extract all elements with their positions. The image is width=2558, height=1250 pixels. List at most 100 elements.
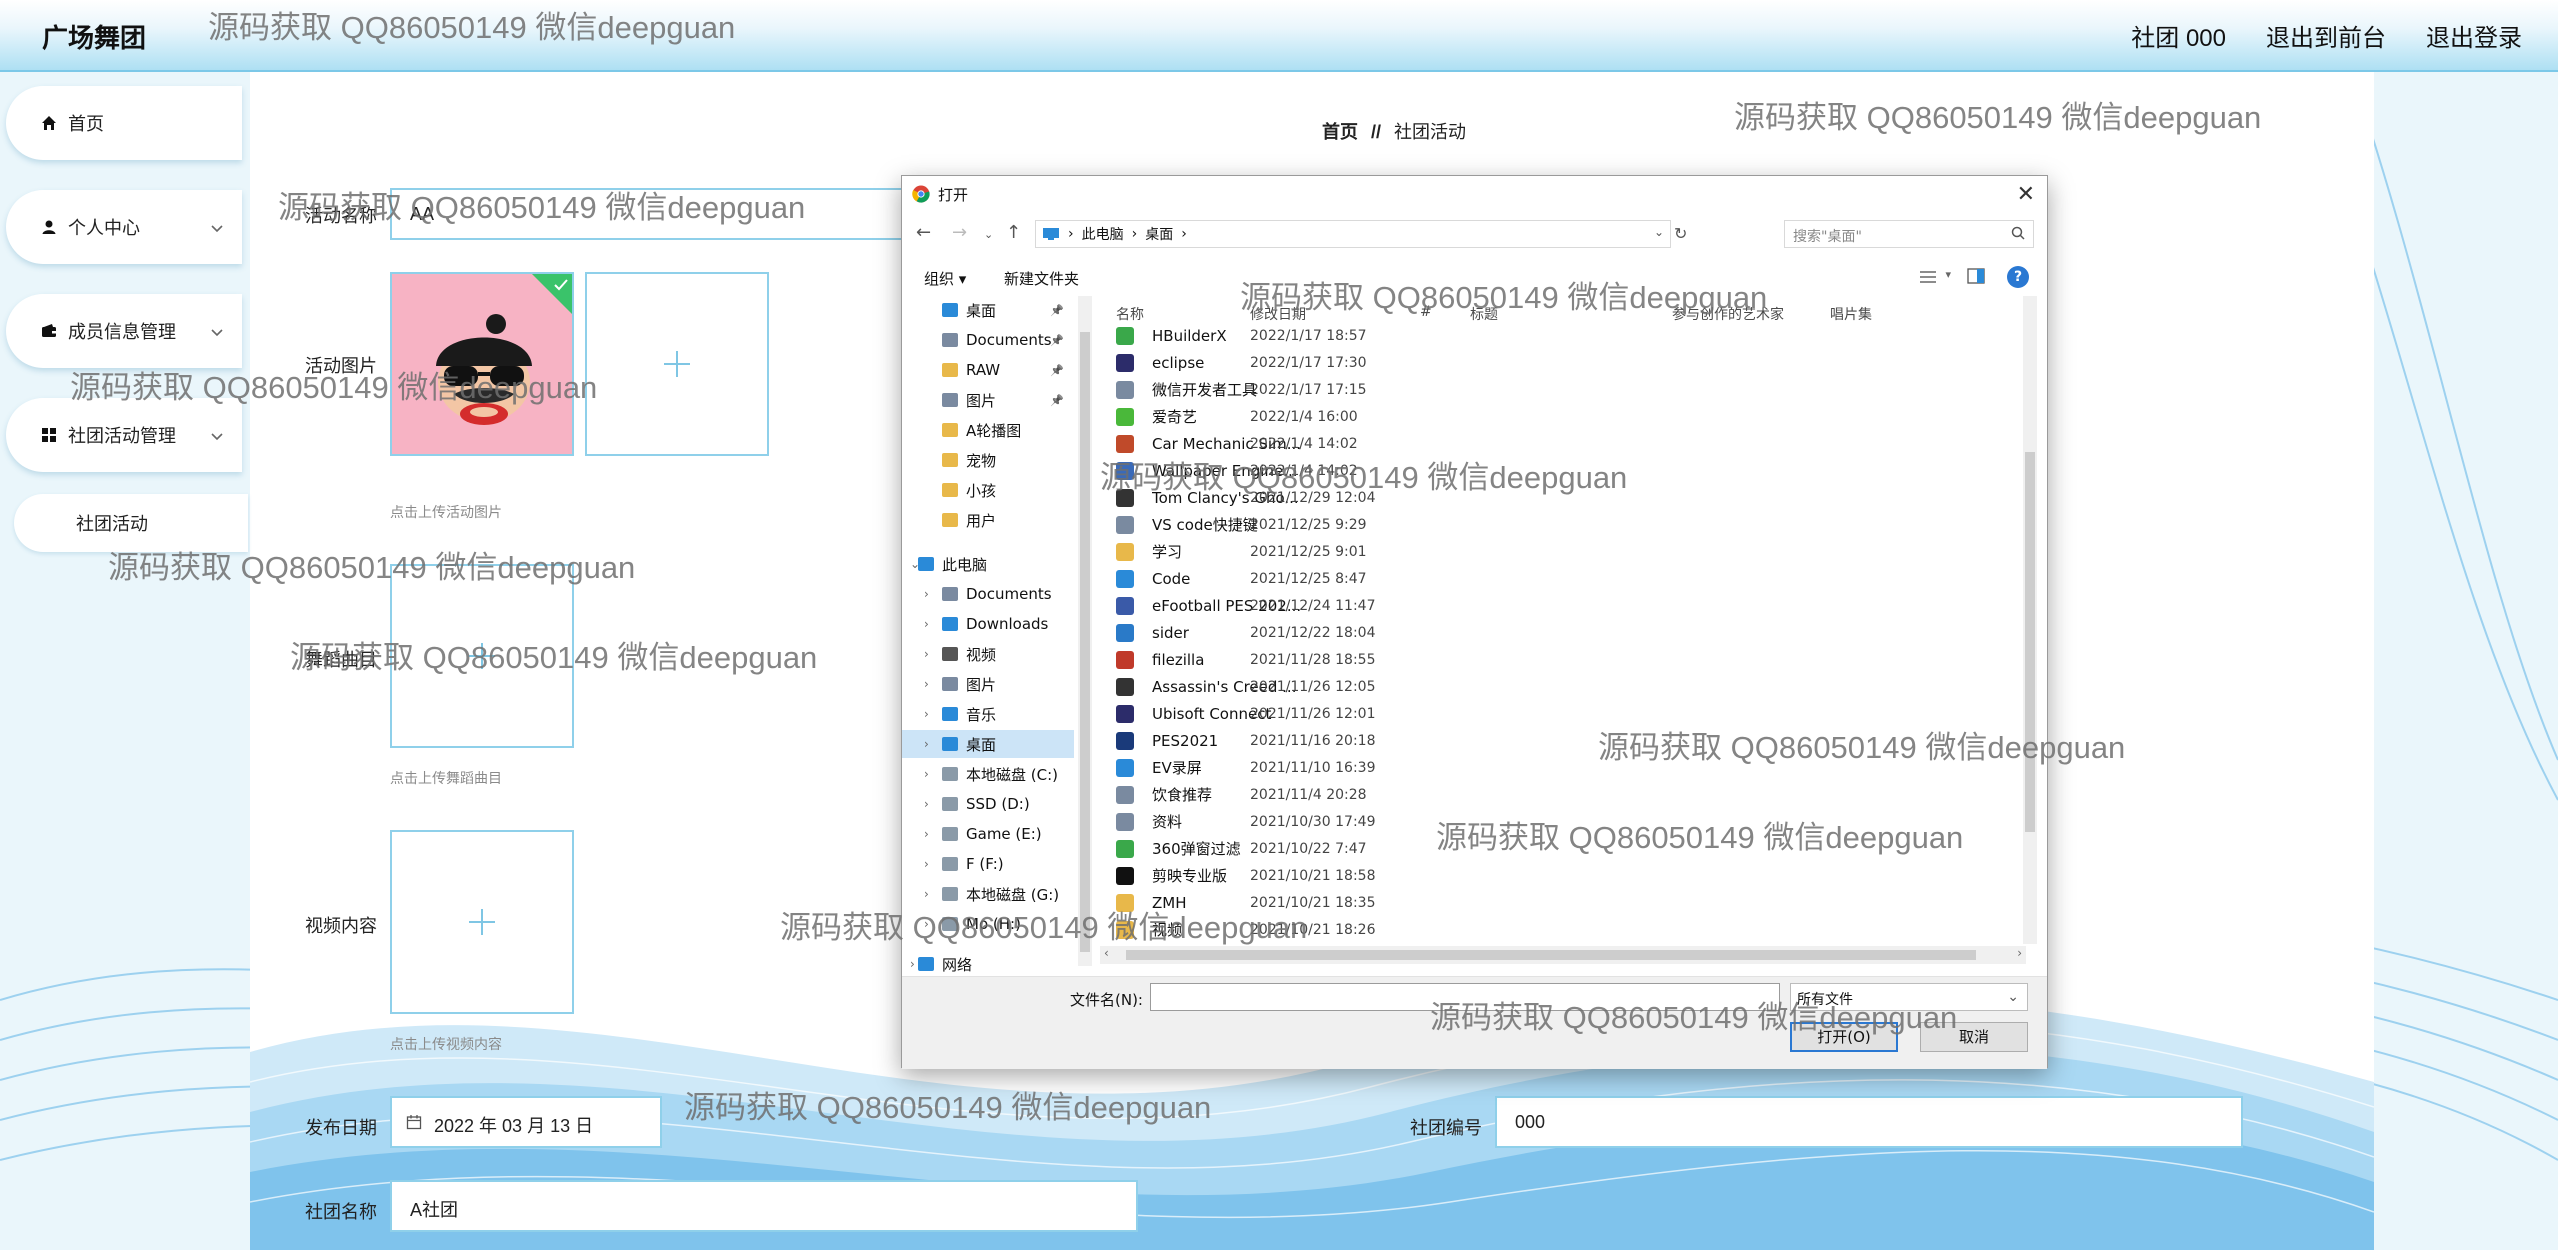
cancel-button[interactable]: 取消 xyxy=(1920,1022,2028,1052)
sidebar-subitem-club-activity[interactable]: 社团活动 xyxy=(14,494,248,552)
sidebar-item-activity-management[interactable]: 社团活动管理 xyxy=(6,398,242,472)
file-row[interactable]: 360弹窗过滤 2021/10/22 7:47 xyxy=(1100,835,2020,862)
tree-item[interactable]: › Game (E:) xyxy=(902,820,1074,848)
tree-item[interactable]: › Mo (H:) xyxy=(902,910,1074,938)
chevron-down-icon[interactable]: ⌄ xyxy=(1654,225,1664,239)
file-row[interactable]: 学习 2021/12/25 9:01 xyxy=(1100,538,2020,565)
address-segment-pc[interactable]: 此电脑 xyxy=(1082,224,1124,244)
tree-item[interactable]: › Documents xyxy=(902,580,1074,608)
chevron-right-icon[interactable]: › xyxy=(924,887,929,901)
tree-item[interactable]: › F (F:) xyxy=(902,850,1074,878)
chevron-right-icon[interactable]: › xyxy=(924,827,929,841)
new-folder-button[interactable]: 新建文件夹 xyxy=(1004,268,1079,289)
activity-image-upload-button[interactable] xyxy=(585,272,769,456)
tree-item[interactable]: › 视频 xyxy=(902,640,1074,668)
scroll-left-icon[interactable]: ‹ xyxy=(1104,946,1109,960)
tree-item[interactable]: › 网络 xyxy=(902,950,1074,976)
chevron-right-icon[interactable]: › xyxy=(924,707,929,721)
filetype-select[interactable]: 所有文件 ⌄ xyxy=(1790,983,2028,1011)
file-row[interactable]: Tom Clancy's Gho... 2021/12/29 12:04 xyxy=(1100,484,2020,511)
file-row[interactable]: VS code快捷键 2021/12/25 9:29 xyxy=(1100,511,2020,538)
column-header-name[interactable]: 名称 xyxy=(1116,304,1144,324)
recent-dropdown-icon[interactable]: ⌄ xyxy=(984,228,993,241)
chevron-right-icon[interactable]: › xyxy=(924,677,929,691)
tree-item[interactable]: RAW 📌 xyxy=(902,356,1074,384)
up-arrow-icon[interactable]: ↑ xyxy=(1006,222,1021,243)
chevron-right-icon[interactable]: › xyxy=(910,957,915,971)
close-icon[interactable]: ✕ xyxy=(2017,182,2035,207)
file-row[interactable]: EV录屏 2021/11/10 16:39 xyxy=(1100,754,2020,781)
logout-link[interactable]: 退出登录 xyxy=(2426,18,2522,53)
chevron-right-icon[interactable]: › xyxy=(924,857,929,871)
tree-item[interactable]: › 本地磁盘 (G:) xyxy=(902,880,1074,908)
file-row[interactable]: eclipse 2022/1/17 17:30 xyxy=(1100,349,2020,376)
filename-input[interactable] xyxy=(1150,983,1780,1011)
address-segment-desktop[interactable]: 桌面 xyxy=(1145,224,1173,244)
back-arrow-icon[interactable]: ← xyxy=(916,222,931,243)
column-header-album[interactable]: 唱片集 xyxy=(1830,304,1872,324)
forward-arrow-icon[interactable]: → xyxy=(952,222,967,243)
sidebar-item-home[interactable]: 首页 xyxy=(6,86,242,160)
tree-item[interactable]: › 桌面 xyxy=(902,730,1074,758)
chevron-right-icon[interactable]: › xyxy=(924,737,929,751)
column-header-artist[interactable]: 参与创作的艺术家 xyxy=(1672,304,1784,324)
publish-date-input[interactable]: 2022 年 03 月 13 日 xyxy=(390,1096,662,1148)
club-name-input[interactable]: A社团 xyxy=(390,1180,1138,1232)
tree-item[interactable]: ⌄ 此电脑 xyxy=(902,550,1074,578)
refresh-icon[interactable]: ↻ xyxy=(1674,224,1687,243)
file-row[interactable]: eFootball PES 202... 2021/12/24 11:47 xyxy=(1100,592,2020,619)
club-no-input[interactable]: 000 xyxy=(1495,1096,2243,1148)
view-options-icon[interactable] xyxy=(1919,270,1937,284)
file-row[interactable]: Code 2021/12/25 8:47 xyxy=(1100,565,2020,592)
file-row[interactable]: HBuilderX 2022/1/17 18:57 xyxy=(1100,322,2020,349)
open-button[interactable]: 打开(O) xyxy=(1790,1022,1898,1052)
chevron-right-icon[interactable]: › xyxy=(924,767,929,781)
file-row[interactable]: 爱奇艺 2022/1/4 16:00 xyxy=(1100,403,2020,430)
column-header-number[interactable]: # xyxy=(1420,304,1432,320)
horizontal-scrollbar[interactable]: ‹ › xyxy=(1100,946,2026,964)
chevron-right-icon[interactable]: › xyxy=(924,647,929,661)
chevron-right-icon[interactable]: › xyxy=(924,617,929,631)
file-row[interactable]: sider 2021/12/22 18:04 xyxy=(1100,619,2020,646)
column-header-title[interactable]: 标题 xyxy=(1470,304,1498,324)
file-row[interactable]: Assassin's Creed ... 2021/11/26 12:05 xyxy=(1100,673,2020,700)
sidebar-item-member-management[interactable]: 成员信息管理 xyxy=(6,294,242,368)
file-row[interactable]: filezilla 2021/11/28 18:55 xyxy=(1100,646,2020,673)
tree-item[interactable]: Documents 📌 xyxy=(902,326,1074,354)
tree-item[interactable]: 桌面 📌 xyxy=(902,296,1074,324)
tree-item[interactable]: › 图片 xyxy=(902,670,1074,698)
activity-image-thumbnail[interactable] xyxy=(390,272,574,456)
file-row[interactable]: 视频 2021/10/21 18:26 xyxy=(1100,916,2020,943)
file-row[interactable]: PES2021 2021/11/16 20:18 xyxy=(1100,727,2020,754)
help-icon[interactable]: ? xyxy=(2007,266,2029,288)
column-header-modified[interactable]: 修改日期 xyxy=(1250,304,1306,324)
tree-item[interactable]: › Downloads xyxy=(902,610,1074,638)
file-row[interactable]: Wallpaper Engine... 2022/1/4 14:02 xyxy=(1100,457,2020,484)
breadcrumb-home[interactable]: 首页 xyxy=(1322,122,1358,142)
file-row[interactable]: Ubisoft Connect 2021/11/26 12:01 xyxy=(1100,700,2020,727)
file-row[interactable]: 资料 2021/10/30 17:49 xyxy=(1100,808,2020,835)
file-list-scrollbar[interactable] xyxy=(2023,296,2037,944)
file-row[interactable]: 饮食推荐 2021/11/4 20:28 xyxy=(1100,781,2020,808)
organize-menu[interactable]: 组织 ▾ xyxy=(924,268,966,289)
tree-item[interactable]: › 音乐 xyxy=(902,700,1074,728)
file-row[interactable]: 微信开发者工具 2022/1/17 17:15 xyxy=(1100,376,2020,403)
chevron-right-icon[interactable]: › xyxy=(924,917,929,931)
tree-item[interactable]: 图片 📌 xyxy=(902,386,1074,414)
address-bar[interactable]: › 此电脑 › 桌面 › ⌄ xyxy=(1035,220,1671,248)
music-upload-button[interactable] xyxy=(390,564,574,748)
chevron-right-icon[interactable]: › xyxy=(924,797,929,811)
file-row[interactable]: ZMH 2021/10/21 18:35 xyxy=(1100,889,2020,916)
exit-to-front-link[interactable]: 退出到前台 xyxy=(2266,18,2386,53)
scroll-right-icon[interactable]: › xyxy=(2017,946,2022,960)
sidebar-item-personal-center[interactable]: 个人中心 xyxy=(6,190,242,264)
preview-pane-icon[interactable] xyxy=(1967,268,1985,284)
tree-item[interactable]: A轮播图 xyxy=(902,416,1074,444)
tree-item[interactable]: › SSD (D:) xyxy=(902,790,1074,818)
tree-item[interactable]: 用户 xyxy=(902,506,1074,534)
chevron-right-icon[interactable]: › xyxy=(924,587,929,601)
tree-item[interactable]: 小孩 xyxy=(902,476,1074,504)
video-upload-button[interactable] xyxy=(390,830,574,1014)
club-account-link[interactable]: 社团 000 xyxy=(2131,18,2226,53)
file-row[interactable]: 剪映专业版 2021/10/21 18:58 xyxy=(1100,862,2020,889)
